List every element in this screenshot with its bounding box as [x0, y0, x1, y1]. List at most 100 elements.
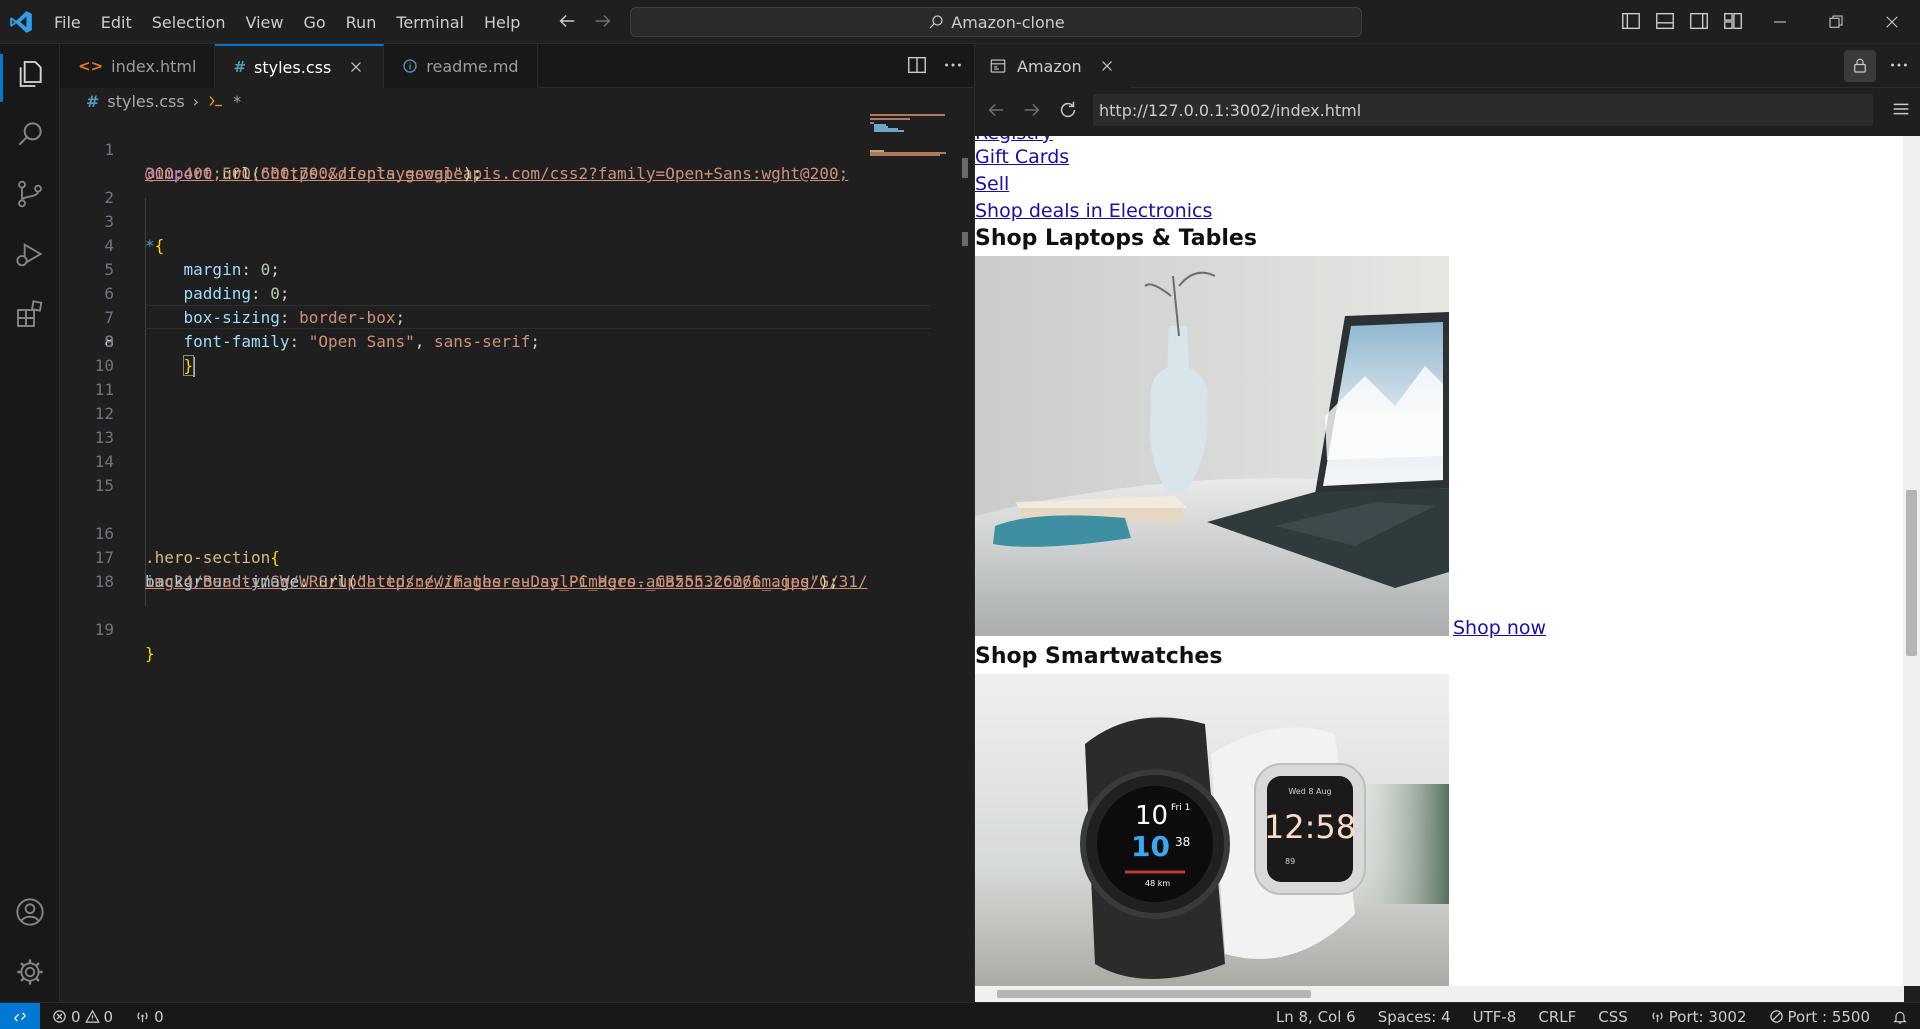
- code-line: 18: [60, 570, 870, 594]
- extensions-button[interactable]: [12, 296, 48, 332]
- minimap[interactable]: [868, 114, 968, 184]
- broadcast-icon: [137, 1012, 148, 1023]
- shop-now-link[interactable]: Shop now: [1453, 617, 1546, 639]
- command-center-search[interactable]: Amazon-clone: [630, 7, 1362, 37]
- watch2-date-text: Wed 8 Aug: [1288, 787, 1331, 796]
- code-line: 11: [60, 378, 870, 402]
- line-number: 18: [94, 572, 114, 591]
- browser-viewport[interactable]: Registry Gift Cards Sell Shop deals in E…: [975, 136, 1904, 986]
- more-actions-icon[interactable]: [942, 54, 964, 76]
- nav-link-sell[interactable]: Sell: [975, 173, 1009, 195]
- tab-styles-css[interactable]: # styles.css: [215, 44, 385, 88]
- tab-index-html[interactable]: <> index.html: [60, 44, 216, 88]
- manage-settings-button[interactable]: [12, 954, 48, 990]
- hamburger-menu-icon[interactable]: [1890, 98, 1912, 120]
- forward-arrow-icon[interactable]: [592, 10, 614, 32]
- code-editor[interactable]: 1 @import url("https://fonts.googleapis.…: [60, 114, 974, 1002]
- line-ending[interactable]: CRLF: [1538, 1008, 1576, 1026]
- nav-link-gift-cards[interactable]: Gift Cards: [975, 146, 1069, 168]
- live-server-port-indicator[interactable]: Port : 5500: [1769, 1007, 1871, 1026]
- forwarded-ports-indicator[interactable]: 0: [135, 1008, 164, 1026]
- code-line: 4 margin: 0;: [60, 210, 870, 279]
- line-number: 13: [94, 428, 114, 447]
- menu-go[interactable]: Go: [293, 9, 335, 36]
- tab-amazon[interactable]: Amazon: [975, 44, 1130, 88]
- nav-link-electronics-deals[interactable]: Shop deals in Electronics: [975, 200, 1212, 222]
- scrollbar-thumb[interactable]: [1906, 490, 1917, 656]
- explorer-button[interactable]: [12, 56, 48, 92]
- smartwatch-illustration: Wed 8 Aug 12:58 89 10 Fri 1 10 38 48 km: [975, 674, 1449, 986]
- url-input[interactable]: http://127.0.0.1:3002/index.html: [1093, 94, 1873, 126]
- menu-help[interactable]: Help: [474, 9, 530, 36]
- port-3002-indicator[interactable]: Port: 3002: [1650, 1008, 1747, 1026]
- history-navigation: [556, 10, 614, 32]
- remote-indicator-button[interactable]: [0, 1003, 40, 1029]
- menu-view[interactable]: View: [236, 9, 294, 36]
- code-line: 6 box-sizing: border-box;: [60, 258, 870, 327]
- lock-group-button[interactable]: [1844, 50, 1876, 82]
- nav-link-registry[interactable]: Registry: [975, 136, 1053, 144]
- page-vertical-scrollbar[interactable]: [1903, 136, 1920, 986]
- back-arrow-icon[interactable]: [985, 99, 1007, 121]
- selector-symbol-icon: [209, 96, 223, 107]
- run-debug-icon: [16, 243, 43, 267]
- indentation-setting[interactable]: Spaces: 4: [1378, 1008, 1451, 1026]
- split-editor-icon[interactable]: [906, 54, 928, 76]
- forward-arrow-icon[interactable]: [1021, 99, 1043, 121]
- customize-layout-icon[interactable]: [1722, 10, 1744, 32]
- source-control-button[interactable]: [12, 176, 48, 212]
- notifications-bell-icon[interactable]: [1892, 1009, 1908, 1025]
- problems-indicator[interactable]: 0 0: [52, 1008, 113, 1026]
- status-bar: 0 0 0 Ln 8, Col 6 Spaces: 4 UTF-8 CRLF C…: [0, 1002, 1920, 1029]
- remote-icon: [14, 1012, 26, 1021]
- vscode-logo-icon: [10, 11, 32, 33]
- minimize-button[interactable]: [1752, 0, 1808, 44]
- section-heading-laptops: Shop Laptops & Tables: [975, 226, 1257, 251]
- reload-icon[interactable]: [1057, 99, 1079, 121]
- menu-file[interactable]: File: [44, 9, 91, 36]
- run-debug-button[interactable]: [12, 236, 48, 272]
- search-view-button[interactable]: [12, 116, 48, 152]
- tab-readme-md[interactable]: readme.md: [384, 44, 538, 88]
- line-number: 15: [94, 476, 114, 495]
- file-encoding[interactable]: UTF-8: [1473, 1008, 1517, 1026]
- html-file-icon: <>: [78, 57, 104, 75]
- toggle-panel-icon[interactable]: [1654, 10, 1676, 32]
- code-line-current: 8 }: [60, 306, 870, 377]
- code-line: 12: [60, 402, 870, 426]
- accounts-button[interactable]: [12, 894, 48, 930]
- laptop-illustration: [975, 256, 1449, 636]
- close-tab-icon[interactable]: [347, 58, 365, 76]
- back-arrow-icon[interactable]: [556, 10, 578, 32]
- menu-terminal[interactable]: Terminal: [386, 9, 474, 36]
- scrollbar-thumb[interactable]: [997, 990, 1311, 998]
- menu-selection[interactable]: Selection: [142, 9, 236, 36]
- menu-run[interactable]: Run: [336, 9, 387, 36]
- status-right-group: Ln 8, Col 6 Spaces: 4 UTF-8 CRLF CSS Por…: [1276, 1003, 1908, 1029]
- close-window-button[interactable]: [1864, 0, 1920, 44]
- breadcrumb-file[interactable]: styles.css: [107, 92, 184, 111]
- gear-icon: [17, 959, 43, 985]
- browser-navigation-bar: http://127.0.0.1:3002/index.html: [975, 88, 1920, 132]
- section-heading-smartwatches: Shop Smartwatches: [975, 644, 1223, 669]
- cursor-position[interactable]: Ln 8, Col 6: [1276, 1008, 1356, 1026]
- laptop-product-image[interactable]: [975, 256, 1449, 636]
- close-tab-icon[interactable]: [1098, 57, 1116, 75]
- toggle-primary-sidebar-icon[interactable]: [1620, 10, 1642, 32]
- minimize-icon: [1774, 21, 1786, 23]
- toggle-secondary-sidebar-icon[interactable]: [1688, 10, 1710, 32]
- code-line: 14: [60, 450, 870, 474]
- token: }: [145, 644, 155, 663]
- page-horizontal-scrollbar[interactable]: [975, 986, 1904, 1002]
- port-label: Port : 5500: [1787, 1007, 1871, 1026]
- breadcrumb-symbol[interactable]: *: [233, 92, 241, 111]
- watch1-time2-text: 10: [1131, 830, 1170, 863]
- language-mode[interactable]: CSS: [1598, 1008, 1628, 1026]
- smartwatch-product-image[interactable]: Wed 8 Aug 12:58 89 10 Fri 1 10 38 48 km: [975, 674, 1449, 986]
- editor-scrollbar[interactable]: [958, 158, 972, 374]
- menu-bar: File Edit Selection View Go Run Terminal…: [44, 0, 530, 44]
- menu-edit[interactable]: Edit: [91, 9, 142, 36]
- restore-button[interactable]: [1808, 0, 1864, 44]
- more-actions-icon[interactable]: [1888, 54, 1910, 76]
- broadcast-icon: [1652, 1012, 1663, 1023]
